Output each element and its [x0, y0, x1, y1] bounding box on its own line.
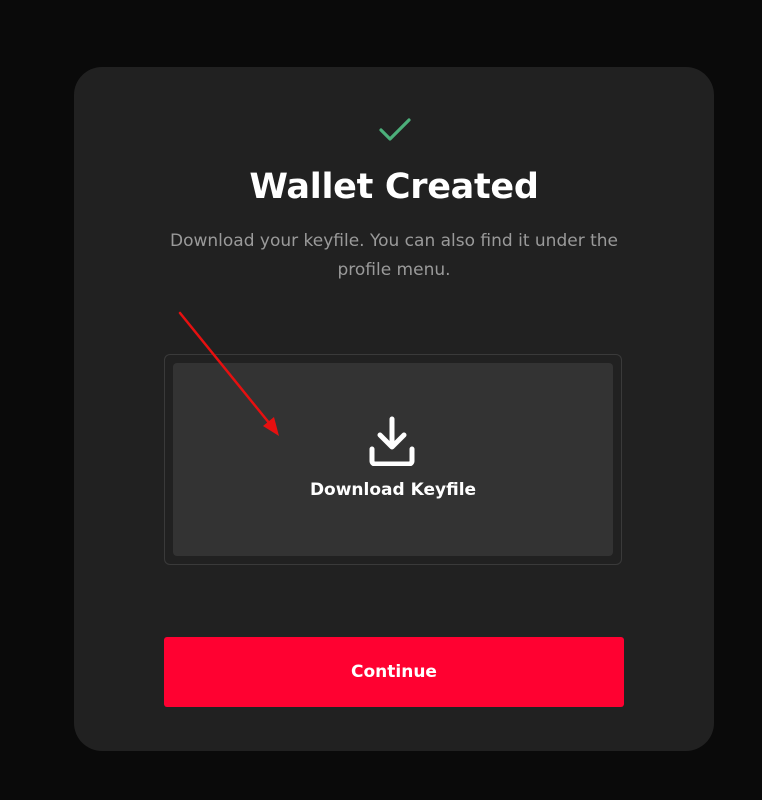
download-keyfile-label: Download Keyfile: [309, 480, 477, 500]
continue-button[interactable]: Continue: [164, 637, 624, 707]
modal-title: Wallet Created: [249, 167, 539, 207]
modal-subtitle: Download your keyfile. You can also find…: [169, 231, 618, 280]
wallet-created-modal: Wallet Created Download your keyfile. Yo…: [74, 67, 714, 751]
download-keyfile-area: Download Keyfile: [164, 354, 622, 565]
download-keyfile-button[interactable]: Download Keyfile: [173, 363, 613, 556]
download-icon: [369, 416, 415, 466]
checkmark-icon: [379, 118, 411, 141]
